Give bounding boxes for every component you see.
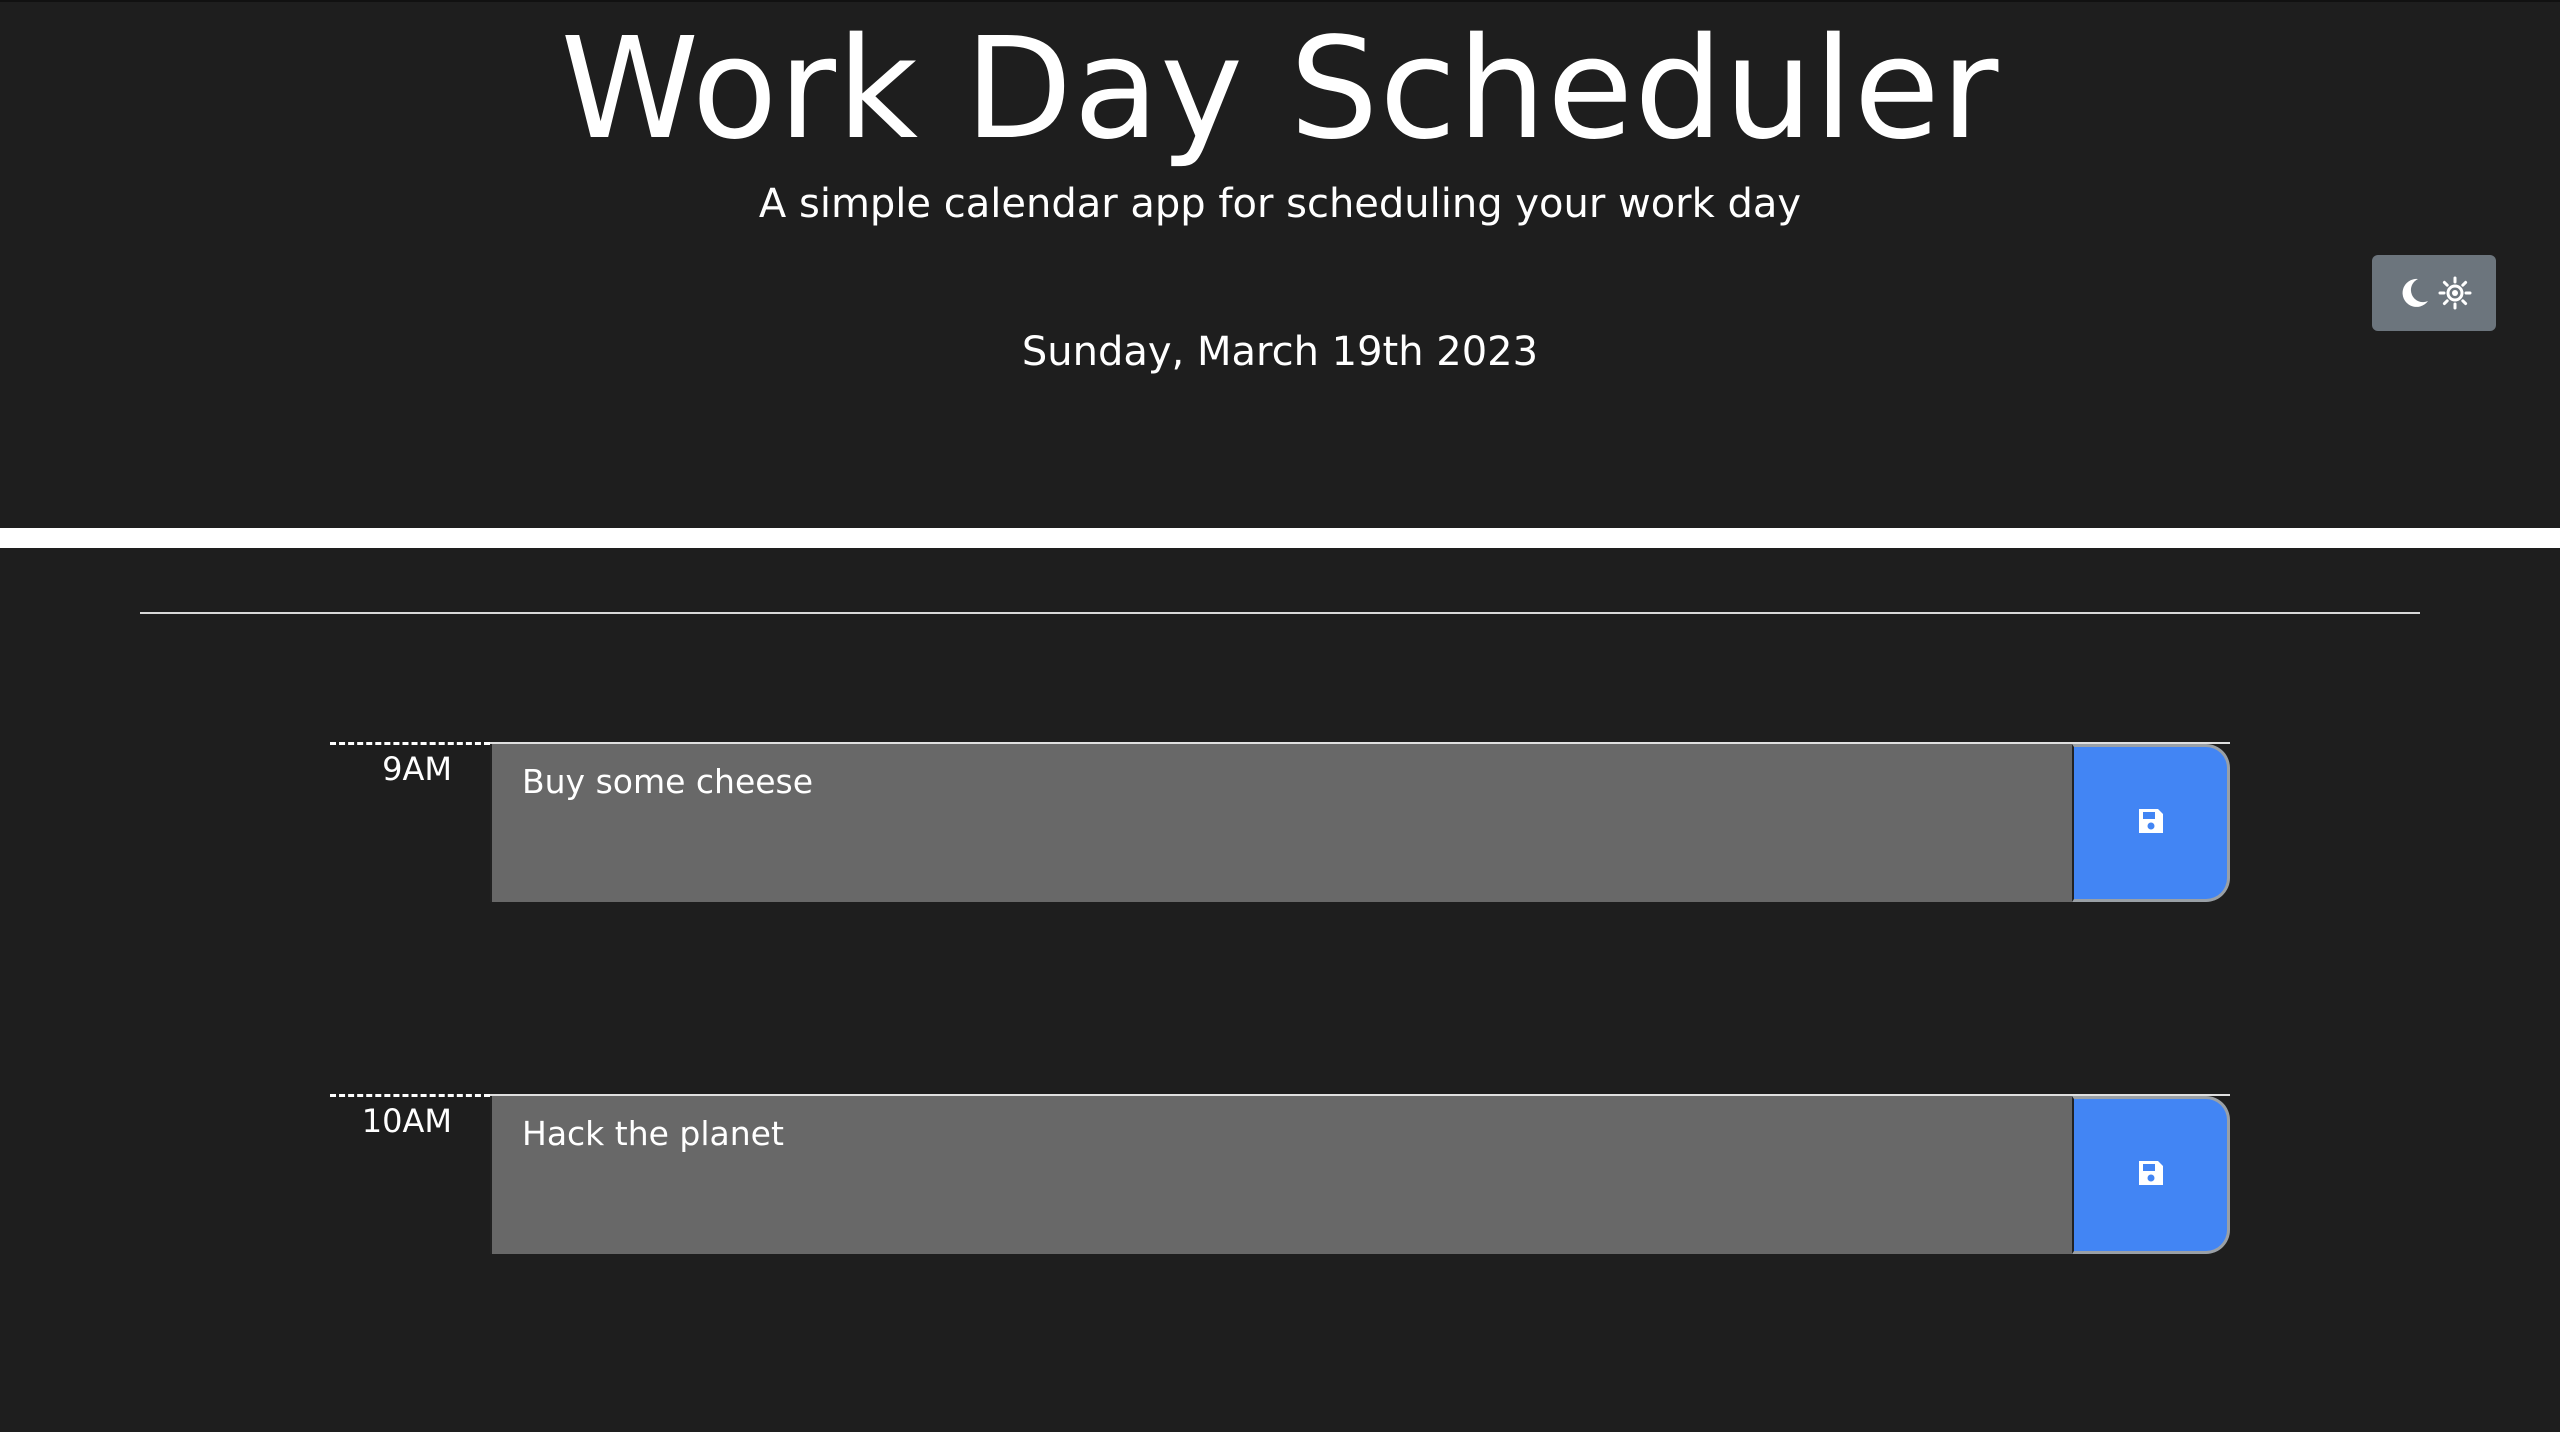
moon-icon <box>2396 275 2432 311</box>
description-input[interactable]: Buy some cheese <box>490 744 2074 902</box>
horizontal-rule <box>140 612 2420 614</box>
page-subtitle: A simple calendar app for scheduling you… <box>758 181 1802 227</box>
header: Work Day Scheduler A simple calendar app… <box>0 0 2560 528</box>
page-title: Work Day Scheduler <box>560 8 2000 171</box>
hour-label: 9AM <box>330 742 490 904</box>
save-icon <box>2136 806 2166 840</box>
current-day: Sunday, March 19th 2023 <box>1021 329 1539 375</box>
save-button[interactable] <box>2072 744 2230 902</box>
save-button[interactable] <box>2072 1096 2230 1254</box>
hour-label: 10AM <box>330 1094 490 1256</box>
theme-toggle-button[interactable] <box>2372 255 2496 331</box>
description-input[interactable]: Hack the planet <box>490 1096 2074 1254</box>
time-block: 10AM Hack the planet <box>330 1094 2230 1256</box>
time-block: 9AM Buy some cheese <box>330 742 2230 904</box>
save-icon <box>2136 1158 2166 1192</box>
header-divider <box>0 528 2560 548</box>
sun-icon <box>2438 276 2472 310</box>
